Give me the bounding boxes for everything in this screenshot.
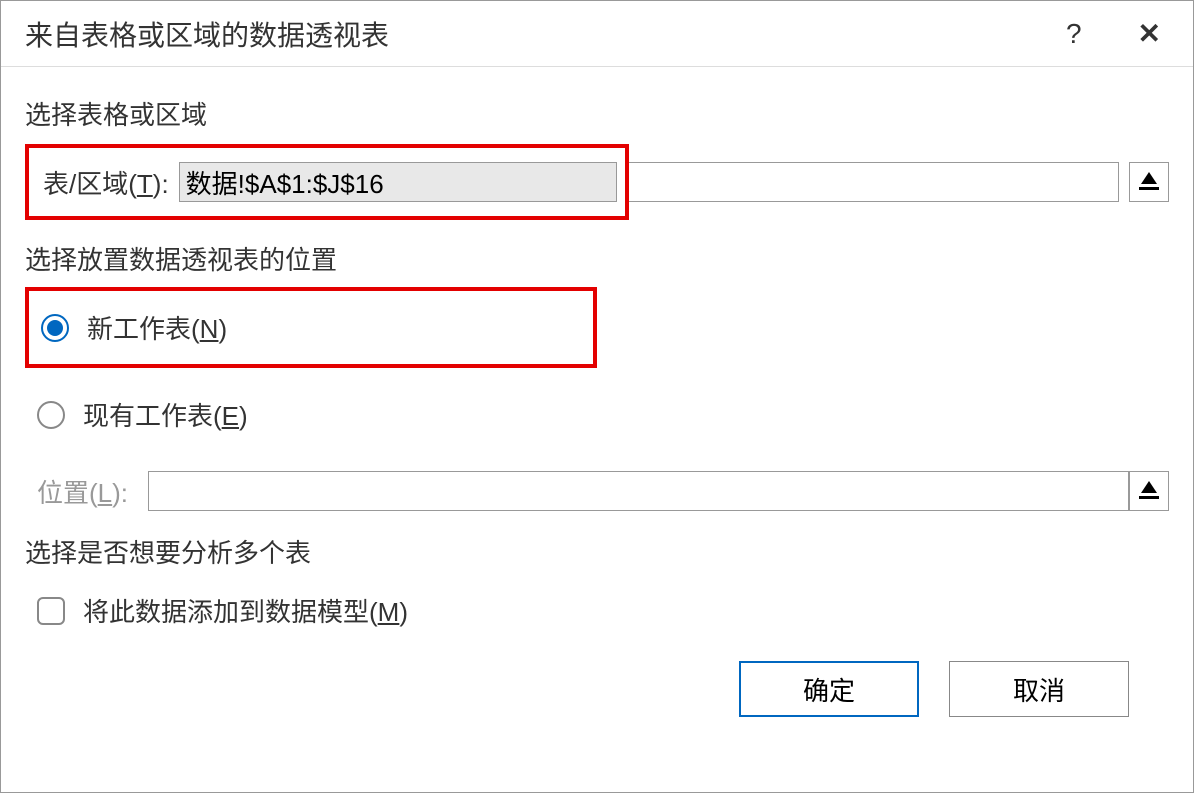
table-range-input[interactable]: [179, 162, 617, 202]
pivot-table-dialog: 来自表格或区域的数据透视表 ? ✕ 选择表格或区域 表/区域(T): 选择: [0, 0, 1194, 793]
cancel-button[interactable]: 取消: [949, 661, 1129, 717]
button-bar: 确定 取消: [25, 651, 1169, 717]
location-row: 位置(L):: [25, 467, 1169, 515]
ok-button[interactable]: 确定: [739, 661, 919, 717]
table-range-row: 表/区域(T):: [25, 144, 629, 220]
location-label: 位置(L):: [37, 473, 128, 510]
placement-section-label: 选择放置数据透视表的位置: [25, 240, 1169, 277]
checkbox-add-to-model[interactable]: 将此数据添加到数据模型(M): [25, 580, 1169, 641]
location-input[interactable]: [148, 471, 1129, 511]
collapse-range-button[interactable]: [1129, 162, 1169, 202]
table-range-input-ext[interactable]: [629, 162, 1119, 202]
multiple-section-label: 选择是否想要分析多个表: [25, 533, 1169, 570]
close-button[interactable]: ✕: [1130, 13, 1169, 54]
radio-existing-label: 现有工作表(E): [83, 396, 248, 433]
radio-existing-circle[interactable]: [37, 401, 65, 429]
radio-new-label: 新工作表(N): [87, 309, 227, 346]
checkbox-box[interactable]: [37, 597, 65, 625]
titlebar: 来自表格或区域的数据透视表 ? ✕: [1, 1, 1193, 67]
dialog-title: 来自表格或区域的数据透视表: [25, 14, 389, 54]
radio-new-circle[interactable]: [41, 314, 69, 342]
radio-existing-worksheet[interactable]: 现有工作表(E): [25, 378, 1169, 451]
select-range-section-label: 选择表格或区域: [25, 95, 1169, 132]
collapse-icon: [1141, 174, 1157, 190]
table-range-label: 表/区域(T):: [37, 164, 169, 201]
help-button[interactable]: ?: [1058, 14, 1090, 54]
radio-new-worksheet[interactable]: 新工作表(N): [25, 287, 597, 368]
collapse-location-button[interactable]: [1129, 471, 1169, 511]
collapse-icon: [1141, 483, 1157, 499]
checkbox-label: 将此数据添加到数据模型(M): [83, 592, 408, 629]
